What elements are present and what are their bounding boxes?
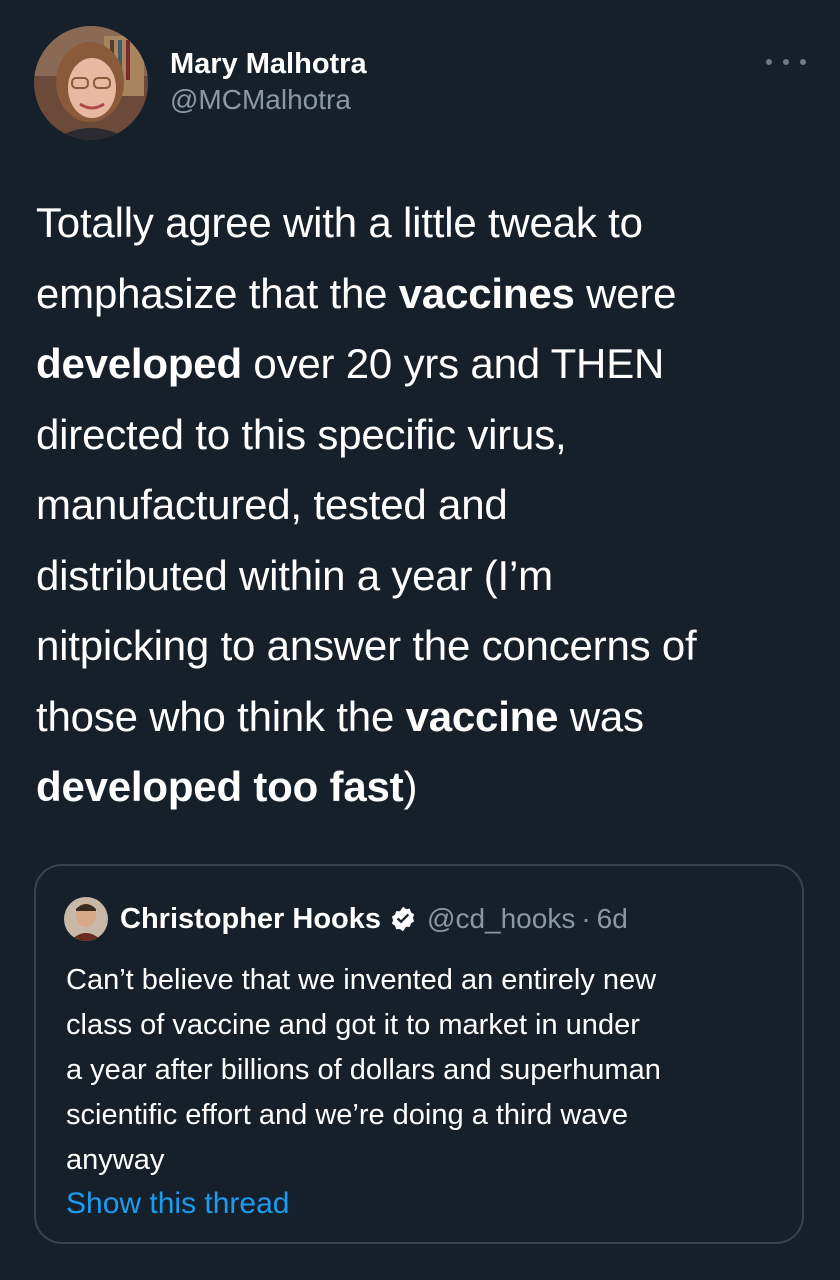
tweet-text-line: Totally agree with a little tweak to bbox=[36, 188, 816, 259]
tweet-text-segment: emphasize that the bbox=[36, 269, 399, 317]
more-dot bbox=[783, 59, 789, 65]
author-display-name[interactable]: Mary Malhotra bbox=[170, 46, 367, 82]
tweet-text-bold: developed bbox=[36, 340, 242, 387]
more-horizontal-icon[interactable] bbox=[766, 52, 806, 72]
tweet-text-segment: nitpicking to answer the concerns of bbox=[36, 622, 697, 669]
author-handle[interactable]: @MCMalhotra bbox=[170, 82, 367, 118]
tweet-text-segment: those who think the bbox=[36, 692, 406, 740]
tweet-text-line: manufactured, tested and bbox=[36, 470, 816, 541]
tweet-text-bold: vaccines bbox=[398, 269, 575, 317]
tweet-text-line: directed to this specific virus, bbox=[36, 400, 816, 471]
tweet-text-segment: ) bbox=[403, 763, 418, 810]
quoted-tweet-text-line: Can’t believe that we invented an entire… bbox=[66, 964, 657, 996]
tweet-text-line: emphasize that the vaccines were bbox=[36, 259, 816, 330]
tweet-text-segment: over 20 yrs and THEN bbox=[241, 340, 665, 387]
verified-badge-icon bbox=[391, 906, 415, 932]
tweet-text-line: developed too fast) bbox=[36, 752, 816, 823]
show-thread-link[interactable]: Show this thread bbox=[66, 1184, 289, 1224]
tweet-text-bold: developed too fast bbox=[36, 763, 404, 810]
tweet-text-line: nitpicking to answer the concerns of bbox=[36, 611, 816, 682]
author-names: Mary Malhotra @MCMalhotra bbox=[170, 46, 367, 118]
quoted-tweet-text-line: a year after billions of dollars and sup… bbox=[66, 1054, 661, 1086]
quoted-tweet-timestamp[interactable]: 6d bbox=[597, 903, 628, 935]
quoted-tweet-text-line: anyway bbox=[66, 1144, 165, 1176]
separator-dot: · bbox=[581, 903, 591, 934]
tweet-text-segment: directed to this specific virus, bbox=[36, 410, 567, 458]
quoted-tweet-text: Can’t believe that we invented an entire… bbox=[66, 958, 796, 1183]
tweet-text-segment: distributed within a year (I’m bbox=[36, 551, 553, 599]
quoted-author-avatar-image bbox=[64, 897, 108, 941]
more-dot bbox=[800, 59, 806, 65]
author-avatar[interactable] bbox=[34, 26, 148, 140]
tweet-text-line: developed over 20 yrs and THEN bbox=[36, 329, 816, 400]
tweet-text-line: those who think the vaccine was bbox=[36, 682, 816, 753]
quoted-tweet-card[interactable]: Christopher Hooks @cd_hooks · 6d Can’t b… bbox=[34, 864, 804, 1244]
more-dot bbox=[766, 59, 772, 65]
quoted-author-name[interactable]: Christopher Hooks bbox=[120, 903, 381, 936]
tweet-text-segment: were bbox=[574, 269, 677, 317]
tweet-text-segment: Totally agree with a little tweak to bbox=[36, 199, 643, 246]
tweet-text-segment: manufactured, tested and bbox=[36, 481, 508, 528]
quoted-author-avatar[interactable] bbox=[64, 897, 108, 941]
tweet-header: Mary Malhotra @MCMalhotra bbox=[34, 26, 806, 142]
tweet-text: Totally agree with a little tweak to emph… bbox=[36, 188, 816, 823]
quoted-tweet-text-line: class of vaccine and got it to market in… bbox=[66, 1009, 640, 1041]
tweet-text-bold: vaccine bbox=[405, 692, 559, 740]
quoted-tweet-header: Christopher Hooks @cd_hooks · 6d bbox=[64, 894, 628, 944]
author-avatar-image bbox=[34, 26, 148, 140]
quoted-tweet-text-line: scientific effort and we’re doing a thir… bbox=[66, 1099, 629, 1131]
quoted-author-handle[interactable]: @cd_hooks bbox=[427, 903, 575, 935]
tweet-text-line: distributed within a year (I’m bbox=[36, 541, 816, 612]
tweet-text-segment: was bbox=[558, 692, 644, 740]
